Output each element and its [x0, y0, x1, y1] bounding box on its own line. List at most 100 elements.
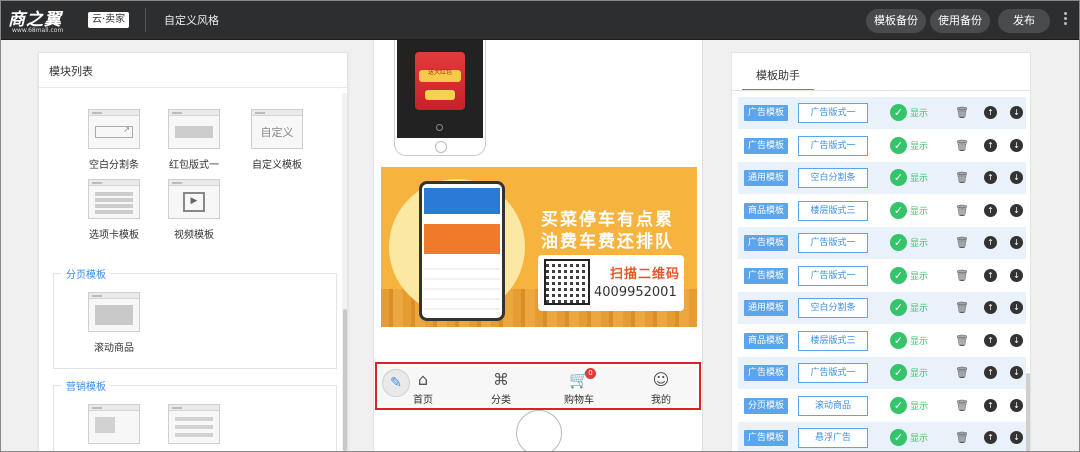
trash-icon[interactable]: 🗑: [955, 105, 969, 121]
tab-cart[interactable]: 🛒 0 购物车: [549, 368, 609, 406]
show-check-icon[interactable]: ✓: [890, 234, 907, 251]
move-up-icon[interactable]: ↑: [984, 171, 997, 184]
tabbar-selected-outline[interactable]: ✎ ⌂ 首页 ⌘ 分类 🛒 0 购物车 ☺ 我的: [375, 362, 701, 410]
template-type-tag: 通用模板: [744, 300, 789, 316]
trash-icon[interactable]: 🗑: [955, 235, 969, 251]
move-down-icon[interactable]: ↓: [1010, 333, 1023, 347]
module-marketing-list[interactable]: [161, 404, 227, 444]
module-marketing[interactable]: [81, 404, 147, 444]
template-row[interactable]: 分页模板 滚动商品 ✓ 显示 🗑 ↑ ↓: [738, 390, 1026, 422]
move-down-icon[interactable]: ↓: [1010, 366, 1023, 379]
scroll-goods-icon: [88, 292, 140, 332]
trash-icon[interactable]: 🗑: [955, 268, 969, 284]
move-down-icon[interactable]: ↓: [1010, 203, 1023, 217]
show-check-icon[interactable]: ✓: [890, 201, 907, 219]
template-style-button[interactable]: 悬浮广告: [798, 428, 868, 448]
banner-slogan-2: 油费车费还排队: [541, 232, 674, 252]
template-style-button[interactable]: 楼层版式三: [798, 330, 868, 351]
move-up-icon[interactable]: ↑: [984, 398, 997, 412]
move-down-icon[interactable]: ↓: [1010, 236, 1023, 249]
trash-icon[interactable]: 🗑: [955, 333, 969, 349]
template-row[interactable]: 商品模板 楼层版式三 ✓ 显示 🗑 ↑ ↓: [738, 325, 1026, 357]
move-down-icon[interactable]: ↓: [1010, 431, 1023, 444]
trash-icon[interactable]: 🗑: [955, 365, 969, 381]
tab-template-assistant[interactable]: 模板助手: [742, 63, 814, 91]
move-down-icon[interactable]: ↓: [1010, 138, 1023, 152]
template-row[interactable]: 广告模板 广告版式一 ✓ 显示 🗑 ↑ ↓: [738, 227, 1026, 259]
module-red-packet[interactable]: 红包版式一: [161, 109, 227, 171]
show-check-icon[interactable]: ✓: [890, 331, 907, 349]
template-backup-button[interactable]: 模板备份: [866, 9, 926, 33]
use-backup-button[interactable]: 使用备份: [930, 9, 990, 33]
more-menu-icon[interactable]: [1062, 10, 1068, 30]
move-up-icon[interactable]: ↑: [984, 138, 997, 152]
template-row[interactable]: 广告模板 广告版式一 ✓ 显示 🗑 ↑ ↓: [738, 260, 1026, 292]
move-up-icon[interactable]: ↑: [984, 301, 997, 314]
module-video-template[interactable]: ▶ 视频模板: [161, 179, 227, 241]
show-check-icon[interactable]: ✓: [890, 136, 907, 154]
trash-icon[interactable]: 🗑: [955, 430, 969, 446]
template-row[interactable]: 广告模板 广告版式一 ✓ 显示 🗑 ↑ ↓: [738, 357, 1026, 389]
move-down-icon[interactable]: ↓: [1010, 268, 1023, 282]
move-up-icon[interactable]: ↑: [984, 268, 997, 282]
module-scroll-goods[interactable]: 滚动商品: [81, 292, 147, 354]
move-up-icon[interactable]: ↑: [984, 431, 997, 444]
show-check-icon[interactable]: ✓: [890, 364, 907, 381]
template-row[interactable]: 广告模板 广告版式一 ✓ 显示 🗑 ↑ ↓: [738, 97, 1026, 129]
move-up-icon[interactable]: ↑: [984, 333, 997, 347]
tab-mine[interactable]: ☺ 我的: [631, 370, 691, 406]
template-style-button[interactable]: 滚动商品: [798, 395, 868, 416]
module-label: 视频模板: [174, 230, 214, 241]
left-scrollbar-thumb[interactable]: [343, 309, 347, 451]
template-style-button[interactable]: 广告版式一: [798, 103, 868, 123]
red-packet-text: 送大红包: [419, 70, 461, 82]
trash-icon[interactable]: 🗑: [955, 203, 969, 219]
brand-logo[interactable]: 商之翼 www.68mall.com: [8, 6, 86, 34]
move-down-icon[interactable]: ↓: [1010, 171, 1023, 184]
show-check-icon[interactable]: ✓: [890, 266, 907, 284]
camera-icon: [436, 124, 443, 131]
trash-icon[interactable]: 🗑: [955, 300, 969, 316]
trash-icon[interactable]: 🗑: [955, 398, 969, 414]
move-down-icon[interactable]: ↓: [1010, 398, 1023, 412]
move-up-icon[interactable]: ↑: [984, 366, 997, 379]
move-up-icon[interactable]: ↑: [984, 236, 997, 249]
tab-category[interactable]: ⌘ 分类: [471, 370, 531, 406]
scan-qr-text: 扫描二维码: [610, 267, 681, 282]
tab-home[interactable]: ⌂ 首页: [393, 370, 453, 406]
show-check-icon[interactable]: ✓: [890, 169, 907, 186]
right-scrollbar-thumb[interactable]: [1026, 373, 1030, 452]
template-assistant-panel: 模板助手 广告模板 广告版式一 ✓ 显示 🗑 ↑ ↓ 广告模板 广告版式一 ✓ 显示 🗑 ↑ ↓ 通用模板空…: [731, 52, 1031, 452]
show-check-icon[interactable]: ✓: [890, 429, 907, 446]
template-row[interactable]: 通用模板 空白分割条 ✓ 显示 🗑 ↑ ↓: [738, 292, 1026, 324]
move-down-icon[interactable]: ↓: [1010, 106, 1023, 119]
trash-icon[interactable]: 🗑: [955, 170, 969, 186]
move-up-icon[interactable]: ↑: [984, 203, 997, 217]
template-style-button[interactable]: 广告版式一: [798, 233, 868, 253]
show-check-icon[interactable]: ✓: [890, 396, 907, 414]
module-tab-template[interactable]: 选项卡模板: [81, 179, 147, 241]
template-style-button[interactable]: 广告版式一: [798, 135, 868, 156]
tab-label: 分类: [491, 395, 511, 406]
template-row[interactable]: 广告模板 悬浮广告 ✓ 显示 🗑 ↑ ↓: [738, 422, 1026, 452]
ad-banner[interactable]: 买菜停车有点累 油费车费还排队 扫描二维码 4009952001: [381, 167, 697, 327]
home-icon: ⌂: [417, 370, 429, 389]
show-check-icon[interactable]: ✓: [890, 299, 907, 316]
module-blank-divider[interactable]: ↗ 空白分割条: [81, 109, 147, 171]
trash-icon[interactable]: 🗑: [955, 138, 969, 154]
template-style-button[interactable]: 空白分割条: [798, 298, 868, 318]
qr-box: 扫描二维码 4009952001: [538, 255, 684, 311]
template-style-button[interactable]: 楼层版式三: [798, 200, 868, 221]
template-row[interactable]: 通用模板 空白分割条 ✓ 显示 🗑 ↑ ↓: [738, 162, 1026, 194]
tab-label: 首页: [413, 395, 433, 406]
template-row[interactable]: 广告模板 广告版式一 ✓ 显示 🗑 ↑ ↓: [738, 130, 1026, 162]
template-row[interactable]: 商品模板 楼层版式三 ✓ 显示 🗑 ↑ ↓: [738, 195, 1026, 227]
template-style-button[interactable]: 广告版式一: [798, 265, 868, 286]
move-down-icon[interactable]: ↓: [1010, 301, 1023, 314]
show-check-icon[interactable]: ✓: [890, 104, 907, 121]
module-custom-template[interactable]: 自定义 自定义模板: [244, 109, 310, 171]
move-up-icon[interactable]: ↑: [984, 106, 997, 119]
publish-button[interactable]: 发布: [998, 9, 1050, 33]
template-style-button[interactable]: 广告版式一: [798, 363, 868, 383]
template-style-button[interactable]: 空白分割条: [798, 168, 868, 188]
